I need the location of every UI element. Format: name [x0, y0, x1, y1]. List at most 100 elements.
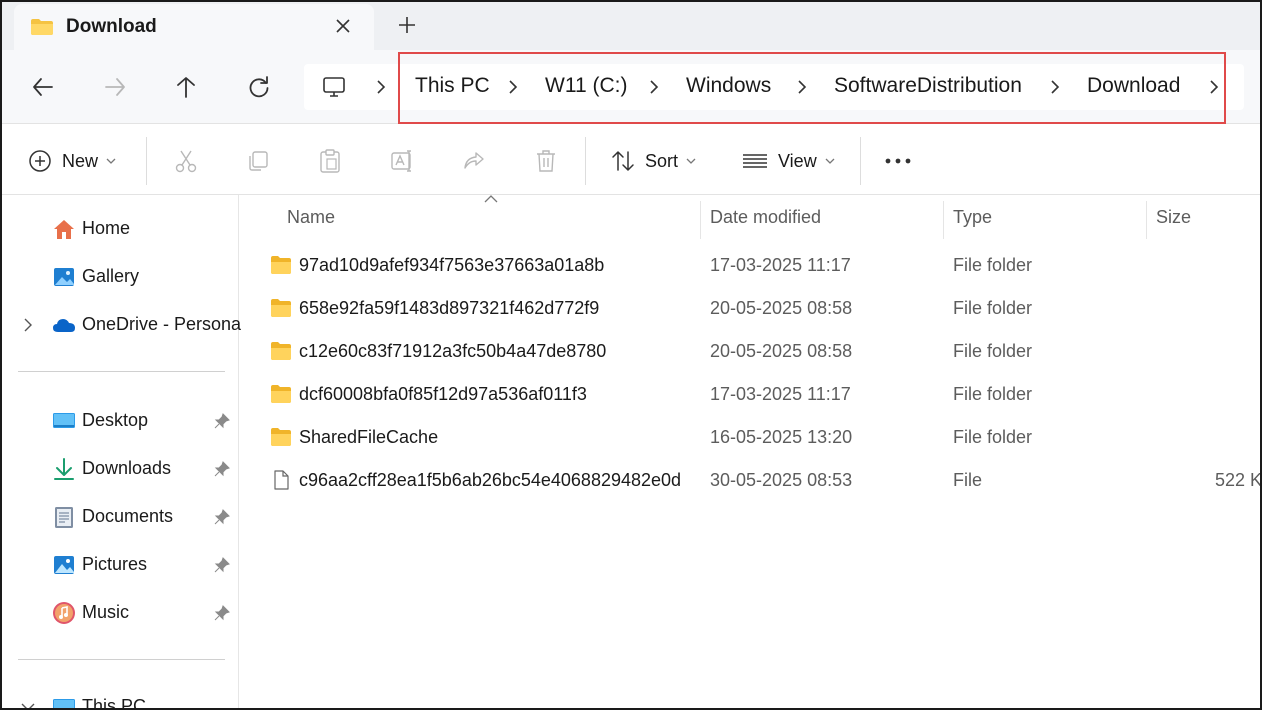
- column-header-size[interactable]: Size: [1156, 207, 1191, 228]
- file-date: 20-05-2025 08:58: [710, 298, 853, 318]
- home-icon: [54, 220, 74, 239]
- new-label: New: [62, 150, 99, 171]
- sidebar-item-pictures[interactable]: Pictures: [2, 545, 239, 585]
- divider: [146, 137, 147, 185]
- sidebar-item-label: This PC: [82, 696, 147, 710]
- command-bar: New Sort View: [2, 125, 1260, 195]
- pc-icon: [53, 699, 75, 708]
- file-date: 16-05-2025 13:20: [710, 427, 853, 447]
- pin-icon[interactable]: [214, 461, 230, 477]
- folder-icon: [271, 342, 291, 360]
- chevron-down-icon[interactable]: [21, 701, 35, 710]
- table-row[interactable]: c96aa2cff28ea1f5b6ab26bc54e4068829482e0d…: [240, 460, 1262, 500]
- sidebar-divider: [18, 371, 225, 372]
- music-icon: [53, 602, 75, 624]
- sidebar-divider: [18, 659, 225, 660]
- folder-icon: [31, 19, 53, 35]
- sort-icon: [612, 151, 634, 171]
- sidebar-item-label: Downloads: [82, 458, 172, 478]
- file-type: File folder: [953, 298, 1033, 318]
- paste-icon[interactable]: [318, 148, 342, 174]
- file-type: File folder: [953, 255, 1033, 275]
- table-row[interactable]: 97ad10d9afef934f7563e37663a01a8b 17-03-2…: [240, 245, 1260, 285]
- file-list: Name Date modified Type Size 97ad10d9afe…: [240, 195, 1262, 708]
- file-date: 20-05-2025 08:58: [710, 341, 853, 361]
- file-name: c12e60c83f71912a3fc50b4a47de8780: [299, 341, 607, 361]
- copy-icon[interactable]: [246, 149, 270, 173]
- sidebar-item-label: Documents: [82, 506, 174, 526]
- sidebar-item-this-pc[interactable]: This PC: [2, 687, 239, 710]
- chevron-right-icon[interactable]: [22, 318, 34, 332]
- tab-download[interactable]: Download: [14, 4, 374, 50]
- sidebar-item-label: Home: [82, 218, 131, 238]
- pin-icon[interactable]: [214, 557, 230, 573]
- column-header-type[interactable]: Type: [953, 207, 992, 228]
- column-header-name[interactable]: Name: [287, 207, 335, 228]
- folder-icon: [271, 299, 291, 317]
- folder-icon: [271, 428, 291, 446]
- up-arrow-icon[interactable]: [173, 74, 199, 100]
- new-tab-icon[interactable]: [396, 14, 418, 36]
- file-size: 522 K: [1215, 470, 1262, 490]
- chevron-down-icon: [825, 158, 835, 164]
- file-date: 30-05-2025 08:53: [710, 470, 853, 490]
- sidebar-item-home[interactable]: Home: [2, 209, 239, 249]
- divider: [585, 137, 586, 185]
- sort-label: Sort: [645, 150, 679, 171]
- delete-icon[interactable]: [534, 148, 558, 174]
- sort-ascending-icon: [484, 195, 498, 203]
- chevron-down-icon: [106, 158, 116, 164]
- file-date: 17-03-2025 11:17: [710, 384, 851, 404]
- rename-icon[interactable]: [390, 149, 414, 173]
- file-name: 97ad10d9afef934f7563e37663a01a8b: [299, 255, 605, 275]
- folder-icon: [271, 256, 291, 274]
- sort-button[interactable]: Sort: [611, 147, 696, 175]
- file-icon: [274, 470, 289, 490]
- file-name: 658e92fa59f1483d897321f462d772f9: [299, 298, 600, 318]
- sidebar-item-downloads[interactable]: Downloads: [2, 449, 239, 489]
- table-row[interactable]: SharedFileCache 16-05-2025 13:20 File fo…: [240, 417, 1260, 457]
- more-options-icon[interactable]: [884, 157, 912, 165]
- share-icon[interactable]: [462, 149, 486, 173]
- sidebar-item-label: Music: [82, 602, 130, 622]
- table-row[interactable]: dcf60008bfa0f85f12d97a536af011f3 17-03-2…: [240, 374, 1260, 414]
- column-divider[interactable]: [700, 201, 701, 239]
- refresh-icon[interactable]: [246, 74, 272, 100]
- navigation-pane: Home Gallery OneDrive - Persona Desktop …: [2, 195, 242, 710]
- file-date: 17-03-2025 11:17: [710, 255, 851, 275]
- view-list-icon: [743, 154, 767, 168]
- chevron-right-icon[interactable]: [374, 79, 388, 95]
- sidebar-item-onedrive[interactable]: OneDrive - Persona: [2, 305, 242, 345]
- sidebar-item-label: Gallery: [82, 266, 140, 286]
- file-name: c96aa2cff28ea1f5b6ab26bc54e4068829482e0d: [299, 470, 682, 490]
- sidebar-item-label: Desktop: [82, 410, 149, 430]
- file-type: File folder: [953, 427, 1033, 447]
- column-header-date[interactable]: Date modified: [710, 207, 821, 228]
- column-divider[interactable]: [943, 201, 944, 239]
- back-arrow-icon[interactable]: [30, 74, 56, 100]
- file-type: File folder: [953, 341, 1033, 361]
- sidebar-item-gallery[interactable]: Gallery: [2, 257, 239, 297]
- table-row[interactable]: c12e60c83f71912a3fc50b4a47de8780 20-05-2…: [240, 331, 1260, 371]
- column-divider[interactable]: [1146, 201, 1147, 239]
- close-icon[interactable]: [332, 15, 354, 37]
- file-name: SharedFileCache: [299, 427, 439, 447]
- file-explorer-window: Download This PC W11 (C:) Windows Softwa…: [0, 0, 1262, 710]
- forward-arrow-icon[interactable]: [102, 74, 128, 100]
- file-type: File: [953, 470, 983, 490]
- cut-icon[interactable]: [174, 149, 198, 173]
- table-row[interactable]: 658e92fa59f1483d897321f462d772f9 20-05-2…: [240, 288, 1260, 328]
- view-button[interactable]: View: [742, 147, 835, 175]
- chevron-down-icon: [686, 158, 696, 164]
- sidebar-item-documents[interactable]: Documents: [2, 497, 239, 537]
- sidebar-item-label: OneDrive - Persona: [82, 314, 242, 334]
- sidebar-item-desktop[interactable]: Desktop: [2, 401, 239, 441]
- new-button[interactable]: New: [28, 147, 116, 175]
- pin-icon[interactable]: [214, 509, 230, 525]
- plus-circle-icon: [29, 150, 51, 172]
- sidebar-item-music[interactable]: Music: [2, 593, 239, 633]
- file-type: File folder: [953, 384, 1033, 404]
- pin-icon[interactable]: [214, 413, 230, 429]
- computer-icon: [323, 77, 345, 97]
- pin-icon[interactable]: [214, 605, 230, 621]
